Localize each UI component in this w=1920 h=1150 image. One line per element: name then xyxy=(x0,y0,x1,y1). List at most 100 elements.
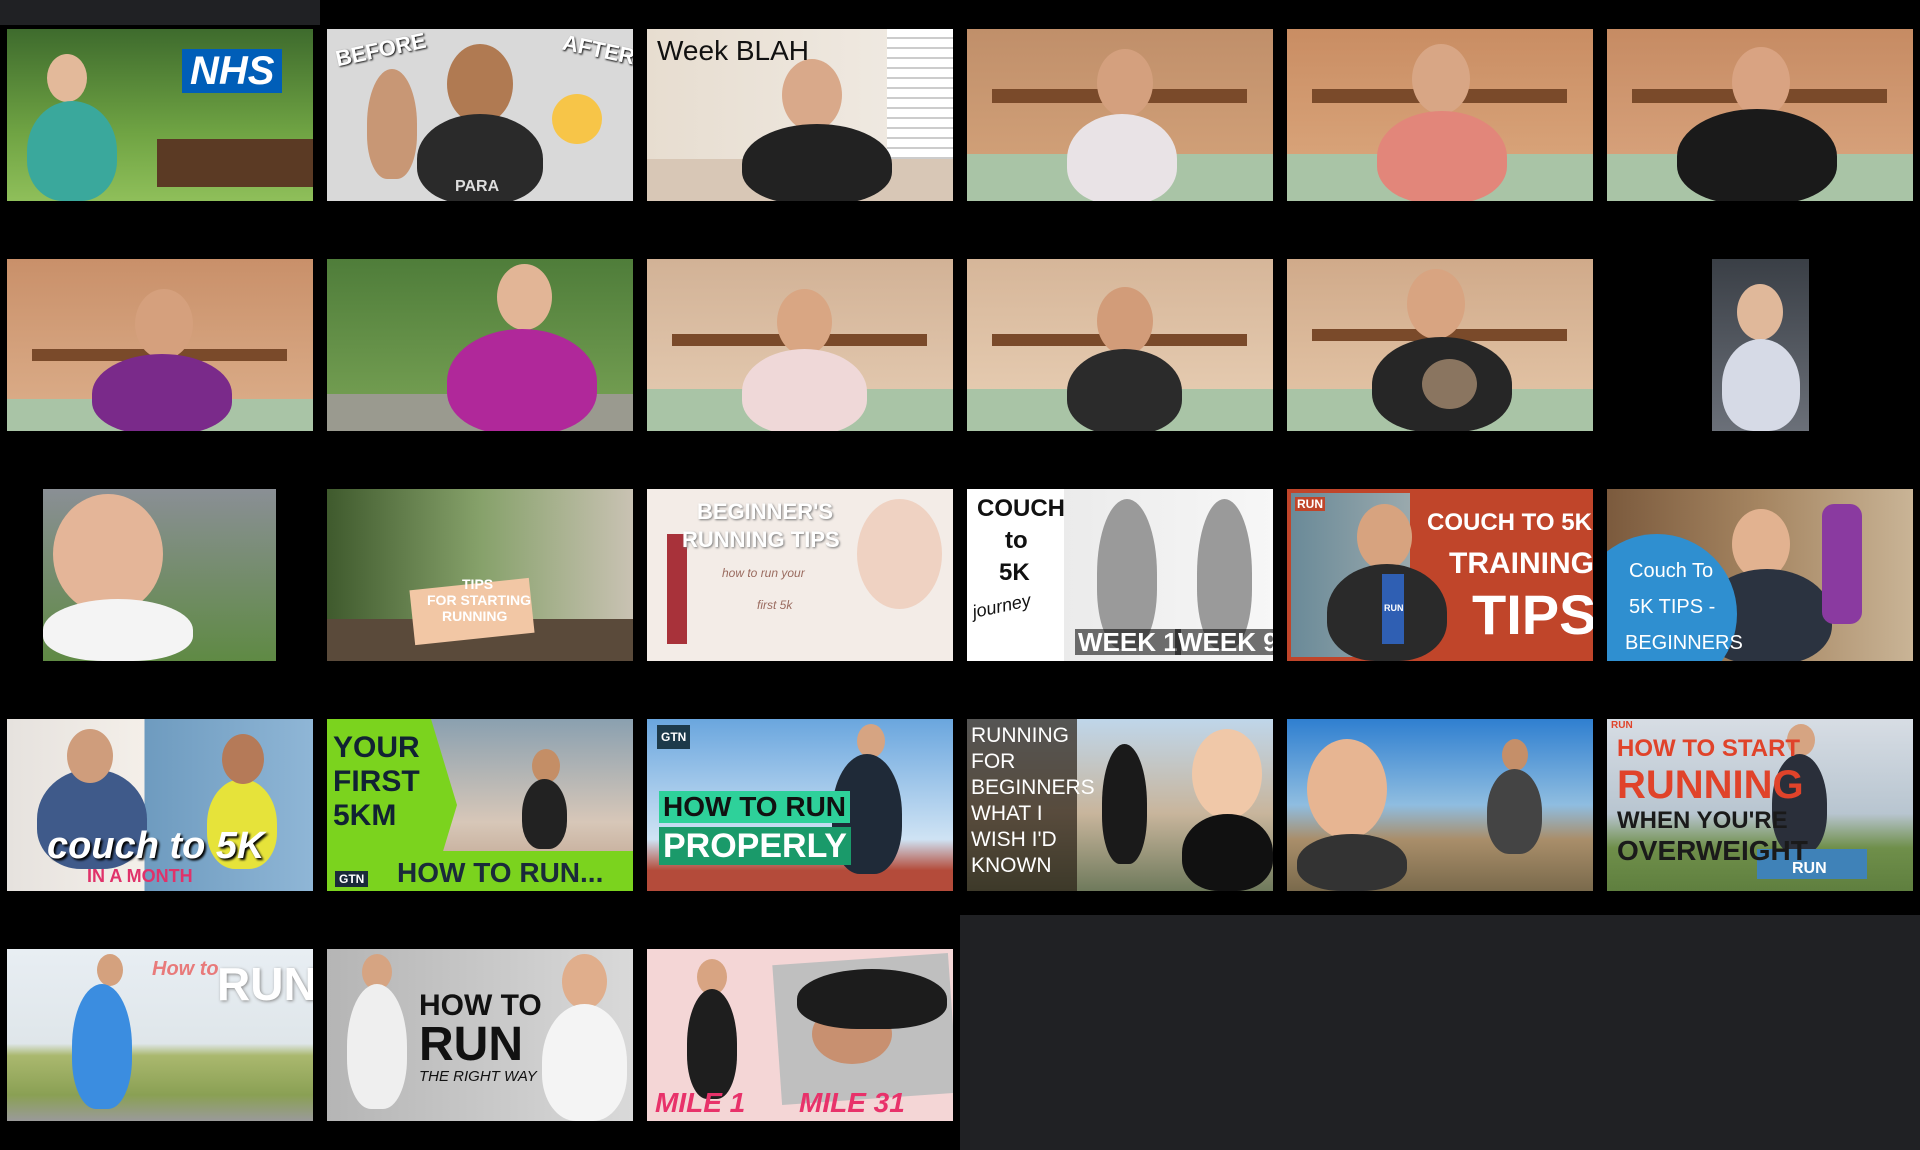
thumbnail-caption: IN A MONTH xyxy=(87,866,193,886)
video-thumbnail[interactable]: Couch To 5K TIPS - BEGINNERS xyxy=(1607,489,1913,661)
video-thumbnail[interactable]: BEGINNER'S RUNNING TIPS how to run your … xyxy=(647,489,953,661)
thumbnail-caption: HOW TO START xyxy=(1617,735,1801,762)
video-thumbnail[interactable] xyxy=(967,29,1273,201)
video-thumbnail[interactable] xyxy=(1287,259,1593,431)
thumbnail-caption: BEGINNERS xyxy=(971,776,1095,799)
video-thumbnail[interactable] xyxy=(1287,29,1593,201)
thumbnail-caption: RUN xyxy=(1295,497,1325,511)
thumbnail-caption: PARA xyxy=(455,178,500,195)
thumbnail-caption: WEEK 9 xyxy=(1175,629,1273,655)
thumbnail-caption: to xyxy=(1005,527,1028,554)
video-tile[interactable] xyxy=(0,225,320,455)
video-thumbnail[interactable]: RUN COUCH TO 5K TRAINING TIPS RUN xyxy=(1287,489,1593,661)
thumbnail-caption: RUNNING xyxy=(442,608,508,624)
video-tile[interactable] xyxy=(1600,0,1920,225)
video-thumbnail[interactable]: YOUR FIRST 5KM HOW TO RUN... GTN xyxy=(327,719,633,891)
video-tile[interactable]: Couch To 5K TIPS - BEGINNERS xyxy=(1600,455,1920,685)
thumbnail-caption: BEGINNERS xyxy=(1625,632,1743,654)
thumbnail-caption: couch to 5K xyxy=(47,825,265,867)
thumbnail-caption: AFTER xyxy=(560,29,633,70)
video-thumbnail[interactable] xyxy=(967,259,1273,431)
thumbnail-caption: OVERWEIGHT xyxy=(1617,835,1808,866)
video-tile[interactable]: NHS xyxy=(0,25,320,225)
thumbnail-caption: RUN xyxy=(1611,720,1633,731)
video-thumbnail[interactable] xyxy=(1287,719,1593,891)
video-tile[interactable]: BEFORE AFTER PARA xyxy=(320,0,640,225)
thumbnail-caption: KNOWN xyxy=(971,854,1052,877)
thumbnail-caption: WHEN YOU'RE xyxy=(1617,807,1788,834)
thumbnail-caption: How to xyxy=(152,958,219,980)
video-thumbnail[interactable] xyxy=(327,259,633,431)
video-thumbnail[interactable]: BEFORE AFTER PARA xyxy=(327,29,633,201)
video-tile[interactable] xyxy=(1280,225,1600,455)
video-tile[interactable] xyxy=(1600,225,1920,455)
video-tile[interactable]: How to RUN xyxy=(0,915,320,1150)
video-thumbnail[interactable]: COUCH to 5K journey WEEK 1 WEEK 9 xyxy=(967,489,1273,661)
video-tile[interactable] xyxy=(320,225,640,455)
thumbnail-caption: WHAT I xyxy=(971,802,1043,825)
thumbnail-caption: HOW TO RUN xyxy=(659,791,851,823)
video-tile[interactable]: TIPS FOR STARTING RUNNING xyxy=(320,455,640,685)
thumbnail-caption: Couch To xyxy=(1629,560,1714,582)
video-tile[interactable]: couch to 5K IN A MONTH xyxy=(0,685,320,915)
thumbnail-caption: WISH I'D xyxy=(971,828,1057,851)
video-thumbnail[interactable]: How to RUN xyxy=(7,949,313,1121)
video-tile[interactable]: Week BLAH xyxy=(640,0,960,225)
thumbnail-caption: BEGINNER'S xyxy=(697,499,834,524)
video-thumbnail[interactable]: MILE 1 MILE 31 xyxy=(647,949,953,1121)
video-tile[interactable] xyxy=(960,0,1280,225)
video-tile[interactable]: YOUR FIRST 5KM HOW TO RUN... GTN xyxy=(320,685,640,915)
thumbnail-caption: TIPS xyxy=(1472,583,1593,646)
thumbnail-caption: GTN xyxy=(657,725,691,749)
video-thumbnail[interactable] xyxy=(7,259,313,431)
video-thumbnail[interactable]: TIPS FOR STARTING RUNNING xyxy=(327,489,633,661)
thumbnail-caption: FOR xyxy=(971,750,1016,773)
video-thumbnail[interactable]: couch to 5K IN A MONTH xyxy=(7,719,313,891)
thumbnail-caption: first 5k xyxy=(757,598,793,612)
video-thumbnail[interactable] xyxy=(1712,259,1809,431)
thumbnail-caption: RUN xyxy=(1384,603,1404,613)
video-tile[interactable] xyxy=(0,455,320,685)
thumbnail-caption: 5KM xyxy=(333,799,397,832)
thumbnail-caption: 5K TIPS - xyxy=(1629,596,1716,618)
video-thumbnail[interactable]: NHS xyxy=(7,29,313,201)
video-tile[interactable] xyxy=(640,225,960,455)
thumbnail-caption: MILE 31 xyxy=(799,1087,905,1118)
video-thumbnail[interactable] xyxy=(647,259,953,431)
thumbnail-caption: Week BLAH xyxy=(657,35,809,66)
video-thumbnail[interactable]: RUN HOW TO START RUNNING WHEN YOU'RE OVE… xyxy=(1607,719,1913,891)
thumbnail-caption: RUN xyxy=(419,1018,523,1071)
video-tile[interactable]: COUCH to 5K journey WEEK 1 WEEK 9 xyxy=(960,455,1280,685)
video-thumbnail[interactable]: RUNNING FOR BEGINNERS WHAT I WISH I'D KN… xyxy=(967,719,1273,891)
thumbnail-caption: 5K xyxy=(999,559,1030,586)
video-tile[interactable]: RUNNING FOR BEGINNERS WHAT I WISH I'D KN… xyxy=(960,685,1280,915)
thumbnail-caption: TIPS xyxy=(462,576,494,592)
video-thumbnail[interactable] xyxy=(1607,29,1913,201)
thumbnail-caption: BEFORE xyxy=(333,29,429,72)
thumbnail-caption: TRAINING xyxy=(1449,547,1593,580)
thumbnail-caption: THE RIGHT WAY xyxy=(419,1068,537,1085)
video-tile[interactable]: HOW TO RUN THE RIGHT WAY xyxy=(320,915,640,1150)
video-tile[interactable]: RUN HOW TO START RUNNING WHEN YOU'RE OVE… xyxy=(1600,685,1920,915)
video-thumbnail[interactable]: HOW TO RUN THE RIGHT WAY xyxy=(327,949,633,1121)
video-tile[interactable]: BEGINNER'S RUNNING TIPS how to run your … xyxy=(640,455,960,685)
thumbnail-caption: MILE 1 xyxy=(655,1087,746,1118)
video-tile[interactable]: MILE 1 MILE 31 xyxy=(640,915,960,1150)
video-tile[interactable] xyxy=(960,225,1280,455)
thumbnail-caption: PROPERLY xyxy=(659,827,851,865)
video-tile[interactable]: RUN COUCH TO 5K TRAINING TIPS RUN xyxy=(1280,455,1600,685)
thumbnail-caption: RUN xyxy=(1792,860,1827,877)
video-thumbnail[interactable] xyxy=(43,489,276,661)
video-tile[interactable] xyxy=(1280,685,1600,915)
video-thumbnail[interactable]: GTN HOW TO RUN PROPERLY xyxy=(647,719,953,891)
thumbnail-caption: RUNNING TIPS xyxy=(682,527,840,552)
thumbnail-caption: FIRST xyxy=(333,765,420,798)
video-tile[interactable]: GTN HOW TO RUN PROPERLY xyxy=(640,685,960,915)
thumbnail-caption: COUCH TO 5K xyxy=(1427,509,1592,536)
video-thumbnail[interactable]: Week BLAH xyxy=(647,29,953,201)
video-tile[interactable] xyxy=(1280,0,1600,225)
thumbnail-caption: YOUR xyxy=(333,731,420,764)
thumbnail-caption: FOR STARTING xyxy=(427,592,531,608)
thumbnail-caption: HOW TO xyxy=(419,989,542,1022)
thumbnail-caption: HOW TO RUN... xyxy=(397,857,604,888)
